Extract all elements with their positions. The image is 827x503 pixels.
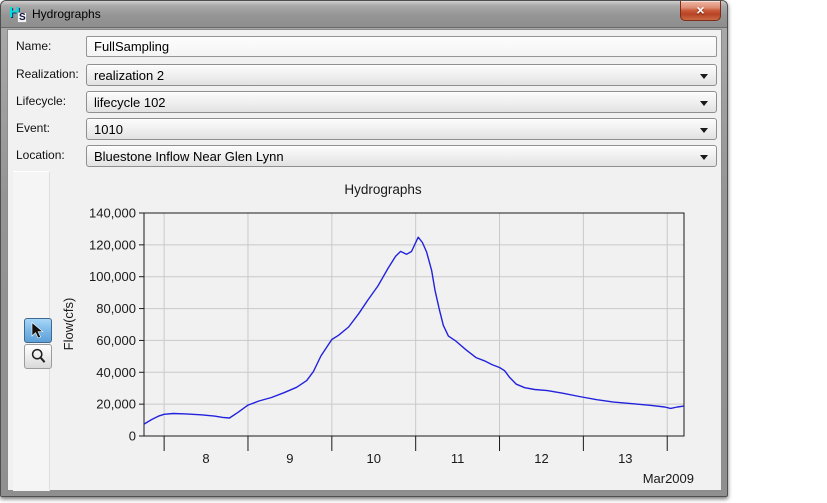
svg-text:8: 8 [202, 451, 209, 466]
svg-text:20,000: 20,000 [96, 397, 136, 412]
svg-text:80,000: 80,000 [96, 301, 136, 316]
lifecycle-combobox[interactable]: lifecycle 102 [86, 91, 717, 113]
location-label: Location: [16, 148, 65, 162]
app-icon-s: S [19, 12, 26, 23]
chevron-down-icon [700, 155, 708, 160]
event-value: 1010 [94, 122, 123, 137]
x-axis-month-label: Mar2009 [643, 471, 694, 486]
svg-text:120,000: 120,000 [89, 237, 136, 252]
lifecycle-value: lifecycle 102 [94, 95, 166, 110]
event-combobox[interactable]: 1010 [86, 118, 717, 140]
hydrograph-chart: Hydrographs Flow(cfs) 0 20,000 40,000 60,00… [61, 182, 694, 486]
name-value: FullSampling [94, 39, 170, 54]
chevron-down-icon [700, 128, 708, 133]
realization-value: realization 2 [94, 68, 165, 83]
event-label: Event: [16, 121, 51, 135]
svg-text:11: 11 [451, 451, 465, 466]
title-bar[interactable]: H S Hydrographs × [1, 1, 727, 28]
y-axis-label: Flow(cfs) [61, 298, 76, 351]
svg-text:40,000: 40,000 [96, 365, 136, 380]
window-title: Hydrographs [32, 7, 101, 21]
svg-text:140,000: 140,000 [89, 206, 136, 221]
svg-text:100,000: 100,000 [89, 269, 136, 284]
chart-toolbar [13, 171, 52, 491]
svg-text:9: 9 [286, 451, 293, 466]
app-icon-s-box: S [17, 12, 27, 23]
dialog-client-area: Name: FullSampling Realization: realizat… [7, 29, 722, 491]
svg-text:12: 12 [534, 451, 548, 466]
name-label: Name: [16, 39, 52, 53]
chevron-down-icon [700, 74, 708, 79]
svg-text:13: 13 [618, 451, 632, 466]
cursor-arrow-icon [31, 322, 44, 339]
magnifier-icon [31, 348, 46, 363]
name-input[interactable]: FullSampling [86, 36, 717, 57]
realization-label: Realization: [16, 67, 79, 81]
chevron-down-icon [700, 101, 708, 106]
location-combobox[interactable]: Bluestone Inflow Near Glen Lynn [86, 145, 717, 167]
desktop-background: H S Hydrographs × Name: FullSampling Rea… [0, 0, 827, 503]
app-icon: H S [9, 4, 27, 23]
svg-text:60,000: 60,000 [96, 333, 136, 348]
svg-text:10: 10 [367, 451, 381, 466]
lifecycle-label: Lifecycle: [16, 94, 67, 108]
hydrograph-line [143, 236, 685, 425]
location-value: Bluestone Inflow Near Glen Lynn [94, 149, 284, 164]
zoom-tool-button[interactable] [24, 344, 52, 369]
svg-text:0: 0 [129, 429, 136, 444]
pointer-tool-button[interactable] [24, 318, 52, 343]
realization-combobox[interactable]: realization 2 [86, 64, 717, 86]
chart-title: Hydrographs [344, 182, 422, 197]
close-icon: × [696, 2, 705, 18]
close-button[interactable]: × [680, 1, 721, 21]
hydrographs-window: H S Hydrographs × Name: FullSampling Rea… [0, 0, 728, 497]
